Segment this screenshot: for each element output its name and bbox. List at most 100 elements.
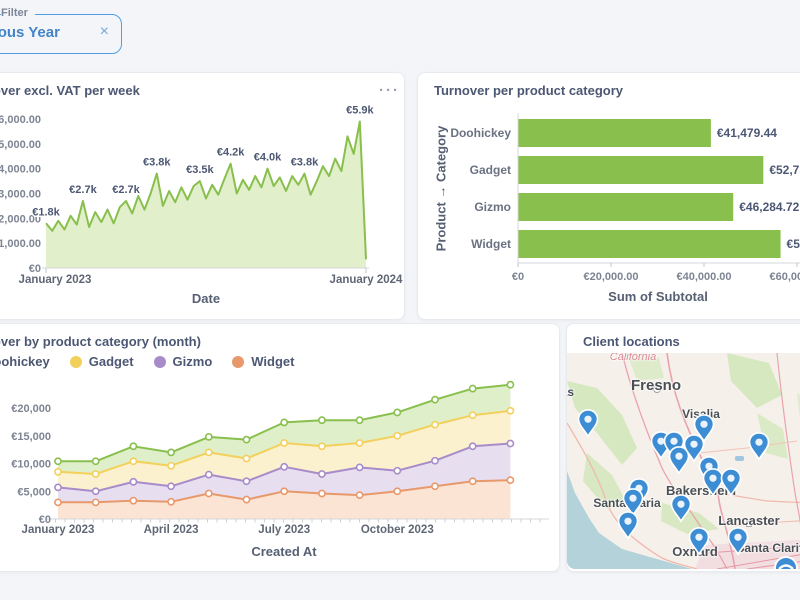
data-point[interactable]	[93, 499, 99, 505]
data-point-label: €3.8k	[291, 157, 319, 169]
y-axis-title: Product → Category	[434, 109, 449, 269]
map-pin-icon[interactable]	[688, 527, 710, 556]
data-point[interactable]	[206, 472, 212, 478]
data-point[interactable]	[281, 488, 287, 494]
data-point[interactable]	[432, 458, 438, 464]
data-point-label: €4.2k	[217, 147, 245, 159]
card-client-locations[interactable]: Client locations	[566, 323, 800, 572]
data-point[interactable]	[470, 412, 476, 418]
x-axis-title: Sum of Subtotal	[518, 289, 798, 304]
data-point[interactable]	[394, 409, 400, 415]
data-point[interactable]	[206, 449, 212, 455]
data-point[interactable]	[281, 440, 287, 446]
axis-tick-label: €3,000.00	[0, 189, 41, 201]
axis-tick-label: April 2023	[144, 524, 199, 536]
data-point[interactable]	[319, 471, 325, 477]
map-surface[interactable]: CaliforniaFresnoSalinasVisaliaBakersfiel…	[567, 353, 800, 569]
data-point[interactable]	[130, 458, 136, 464]
data-point[interactable]	[507, 408, 513, 414]
data-point[interactable]	[243, 455, 249, 461]
card-turnover-weekly[interactable]: Turnover excl. VAT per week ··· €6,000.0…	[0, 72, 405, 320]
data-point[interactable]	[357, 440, 363, 446]
stacked-area-chart[interactable]: €20,000€15,000€10,000€5,000€0January 202…	[0, 324, 559, 571]
map-pin-icon[interactable]	[748, 432, 770, 461]
axis-tick-label: January 2023	[19, 274, 92, 286]
data-point[interactable]	[130, 443, 136, 449]
x-axis-title: Created At	[84, 544, 484, 559]
data-point[interactable]	[168, 463, 174, 469]
data-point[interactable]	[357, 492, 363, 498]
data-point[interactable]	[394, 433, 400, 439]
map-pin-icon[interactable]	[577, 409, 599, 438]
data-point[interactable]	[93, 488, 99, 494]
data-point[interactable]	[206, 434, 212, 440]
data-point[interactable]	[281, 464, 287, 470]
axis-tick-label: €20,000	[11, 403, 51, 415]
data-point-label: €2.7k	[69, 184, 97, 196]
card-turnover-by-category-month[interactable]: Turnover by product category (month) Doo…	[0, 323, 560, 572]
data-point[interactable]	[507, 382, 513, 388]
data-point[interactable]	[55, 484, 61, 490]
data-point[interactable]	[432, 483, 438, 489]
map-pin-icon[interactable]	[670, 494, 692, 523]
category-bar-chart[interactable]: Doohickey€41,479.44Gadget€52,757.66Gizmo…	[418, 73, 800, 319]
filter-label: Filter	[1, 7, 35, 19]
axis-tick-label: October 2023	[361, 524, 434, 536]
map-pin-icon[interactable]	[720, 468, 742, 497]
data-point[interactable]	[130, 498, 136, 504]
filter-remove-icon[interactable]: ×	[100, 23, 109, 41]
map-city-label: Salinas	[567, 385, 574, 399]
data-point-label: €3.8k	[143, 157, 171, 169]
data-point[interactable]	[130, 479, 136, 485]
data-point[interactable]	[243, 478, 249, 484]
data-point-label: €1.8k	[32, 206, 60, 218]
data-point[interactable]	[470, 385, 476, 391]
bar-category-label: Doohickey	[450, 126, 511, 140]
data-point[interactable]	[507, 477, 513, 483]
data-point[interactable]	[168, 449, 174, 455]
card-title: Client locations	[583, 334, 680, 349]
filter-chip[interactable]: Filter Previous Year ×	[0, 14, 122, 54]
data-point[interactable]	[432, 397, 438, 403]
bar-value-label: €41,479.44	[717, 126, 777, 140]
data-point[interactable]	[55, 499, 61, 505]
data-point[interactable]	[55, 469, 61, 475]
axis-tick-label: €15,000	[11, 431, 51, 443]
axis-tick-label: July 2023	[258, 524, 310, 536]
data-point[interactable]	[168, 499, 174, 505]
data-point[interactable]	[206, 490, 212, 496]
data-point[interactable]	[55, 458, 61, 464]
data-point[interactable]	[243, 437, 249, 443]
data-point[interactable]	[507, 440, 513, 446]
map-pin-icon[interactable]	[727, 527, 749, 556]
bar-doohickey[interactable]	[518, 119, 711, 147]
data-point[interactable]	[319, 417, 325, 423]
data-point[interactable]	[470, 443, 476, 449]
card-turnover-by-category[interactable]: Turnover per product category Doohickey€…	[417, 72, 800, 320]
dashboard: Filter Previous Year × Turnover excl. VA…	[0, 0, 800, 600]
weekly-area-chart[interactable]: €6,000.00€5,000.00€4,000.00€3,000.00€2,0…	[0, 73, 404, 319]
data-point[interactable]	[470, 478, 476, 484]
data-point[interactable]	[243, 496, 249, 502]
data-point[interactable]	[394, 468, 400, 474]
axis-tick-label: €6,000.00	[0, 114, 41, 126]
data-point[interactable]	[93, 458, 99, 464]
bar-category-label: Gizmo	[474, 200, 511, 214]
bar-widget[interactable]	[518, 230, 781, 258]
bar-gadget[interactable]	[518, 156, 763, 184]
data-point[interactable]	[93, 471, 99, 477]
bar-gizmo[interactable]	[518, 193, 733, 221]
data-point[interactable]	[168, 483, 174, 489]
data-point[interactable]	[319, 443, 325, 449]
data-point[interactable]	[281, 419, 287, 425]
data-point[interactable]	[394, 488, 400, 494]
data-point[interactable]	[357, 464, 363, 470]
data-point[interactable]	[432, 422, 438, 428]
data-point[interactable]	[357, 417, 363, 423]
bar-value-label: €52,757.66	[769, 163, 800, 177]
data-point-label: €4.0k	[254, 152, 282, 164]
map-pin-icon[interactable]	[693, 414, 715, 443]
map-pin-icon[interactable]	[617, 511, 639, 540]
map-cluster-icon[interactable]	[773, 555, 799, 569]
data-point[interactable]	[319, 490, 325, 496]
